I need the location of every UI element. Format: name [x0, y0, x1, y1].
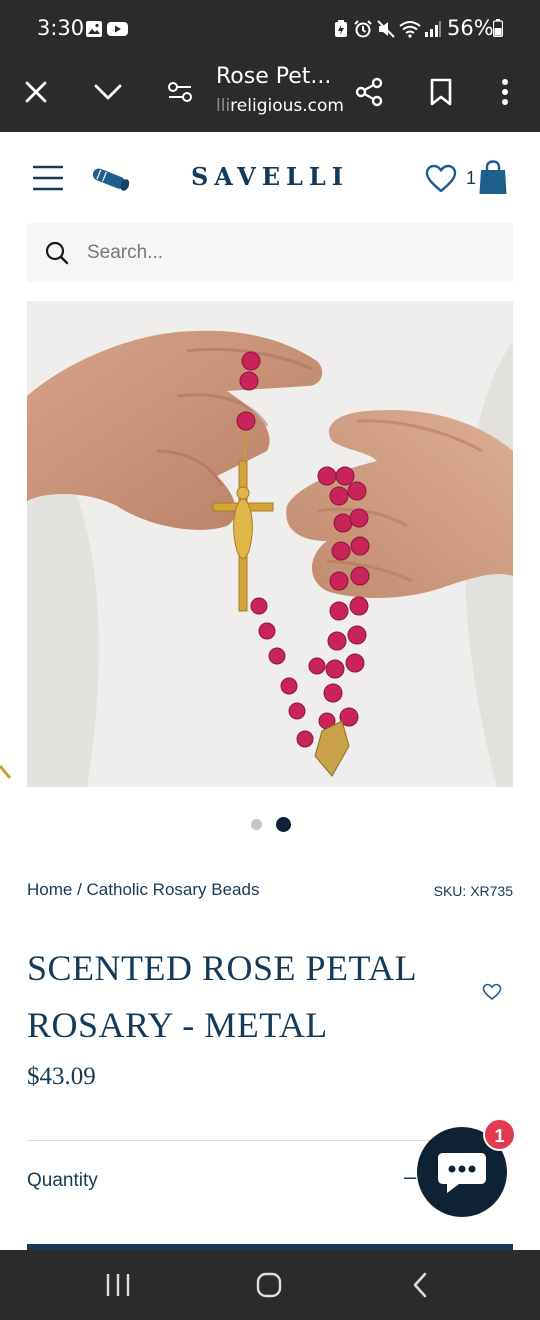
- chat-bubble-icon: [438, 1153, 486, 1193]
- close-tab-button[interactable]: [14, 70, 58, 114]
- tab-url: llireligious.com: [216, 96, 344, 116]
- product-sku: SKU: XR735: [433, 883, 513, 899]
- product-title-line1: SCENTED ROSE PETAL: [27, 948, 418, 988]
- heart-icon: [425, 164, 457, 193]
- recent-apps-button[interactable]: [100, 1270, 136, 1305]
- wishlist-count: 1: [466, 168, 477, 188]
- wishlist-button[interactable]: [425, 164, 457, 199]
- tab-title: Rose Pet...: [216, 64, 332, 89]
- prev-image-arrow[interactable]: [0, 764, 12, 785]
- mute-icon: [377, 20, 395, 43]
- browser-toolbar: Rose Pet... llireligious.com: [0, 56, 540, 132]
- heart-icon: [482, 983, 502, 1001]
- back-icon: [413, 1272, 427, 1298]
- search-bar[interactable]: [27, 223, 513, 282]
- arrow-left-icon: [0, 765, 12, 779]
- carousel-dot-1[interactable]: [250, 818, 262, 830]
- url-main: religious.com: [230, 96, 344, 116]
- wifi-icon: [399, 20, 421, 43]
- breadcrumb-home[interactable]: Home: [27, 880, 72, 899]
- home-icon: [256, 1272, 282, 1298]
- status-time: 3:30: [37, 16, 85, 40]
- quantity-decrease-button[interactable]: –: [404, 1164, 416, 1190]
- home-button[interactable]: [254, 1270, 284, 1305]
- page-settings-button[interactable]: [158, 70, 202, 114]
- chevron-down-icon: [94, 84, 122, 100]
- share-icon: [355, 77, 383, 107]
- search-input[interactable]: [87, 223, 497, 282]
- more-vertical-icon: [502, 79, 508, 105]
- rosary-in-hands-image: [27, 301, 513, 787]
- product-price: $43.09: [27, 1063, 96, 1090]
- site-header: SAVELLI 1: [0, 133, 540, 223]
- share-button[interactable]: [347, 70, 391, 114]
- product-title: SCENTED ROSE PETAL ROSARY - METAL: [27, 940, 467, 1054]
- chat-notification-badge: 1: [483, 1118, 516, 1151]
- add-to-wishlist-button[interactable]: [482, 983, 502, 1006]
- site-logo[interactable]: SAVELLI: [0, 162, 540, 191]
- close-icon: [25, 81, 47, 103]
- back-button[interactable]: [408, 1270, 432, 1305]
- more-options-button[interactable]: [483, 70, 527, 114]
- breadcrumb-category[interactable]: Catholic Rosary Beads: [87, 880, 260, 899]
- url-faded: lli: [216, 96, 231, 116]
- battery-saver-icon: [334, 20, 348, 43]
- battery-percent: 56%: [447, 16, 494, 40]
- product-image[interactable]: [27, 301, 513, 787]
- battery-icon: [492, 19, 504, 42]
- cart-button[interactable]: [478, 160, 508, 201]
- alarm-icon: [354, 20, 372, 43]
- minimize-button[interactable]: [86, 70, 130, 114]
- gallery-notification-icon: [85, 20, 103, 43]
- page-settings-icon: [168, 82, 192, 102]
- youtube-notification-icon: [107, 20, 128, 43]
- recent-apps-icon: [106, 1274, 130, 1296]
- system-nav-bar: [0, 1250, 540, 1320]
- product-title-line2: ROSARY - METAL: [27, 1005, 328, 1045]
- carousel-dot-2[interactable]: [275, 816, 291, 832]
- search-icon: [45, 241, 69, 265]
- status-bar: 3:30 56%: [0, 0, 540, 56]
- breadcrumb: Home / Catholic Rosary Beads: [27, 880, 259, 900]
- quantity-label: Quantity: [27, 1170, 98, 1191]
- signal-icon: [424, 20, 442, 43]
- bookmark-button[interactable]: [419, 70, 463, 114]
- bookmark-icon: [430, 78, 452, 106]
- shopping-bag-icon: [479, 160, 507, 194]
- breadcrumb-separator: /: [72, 880, 87, 899]
